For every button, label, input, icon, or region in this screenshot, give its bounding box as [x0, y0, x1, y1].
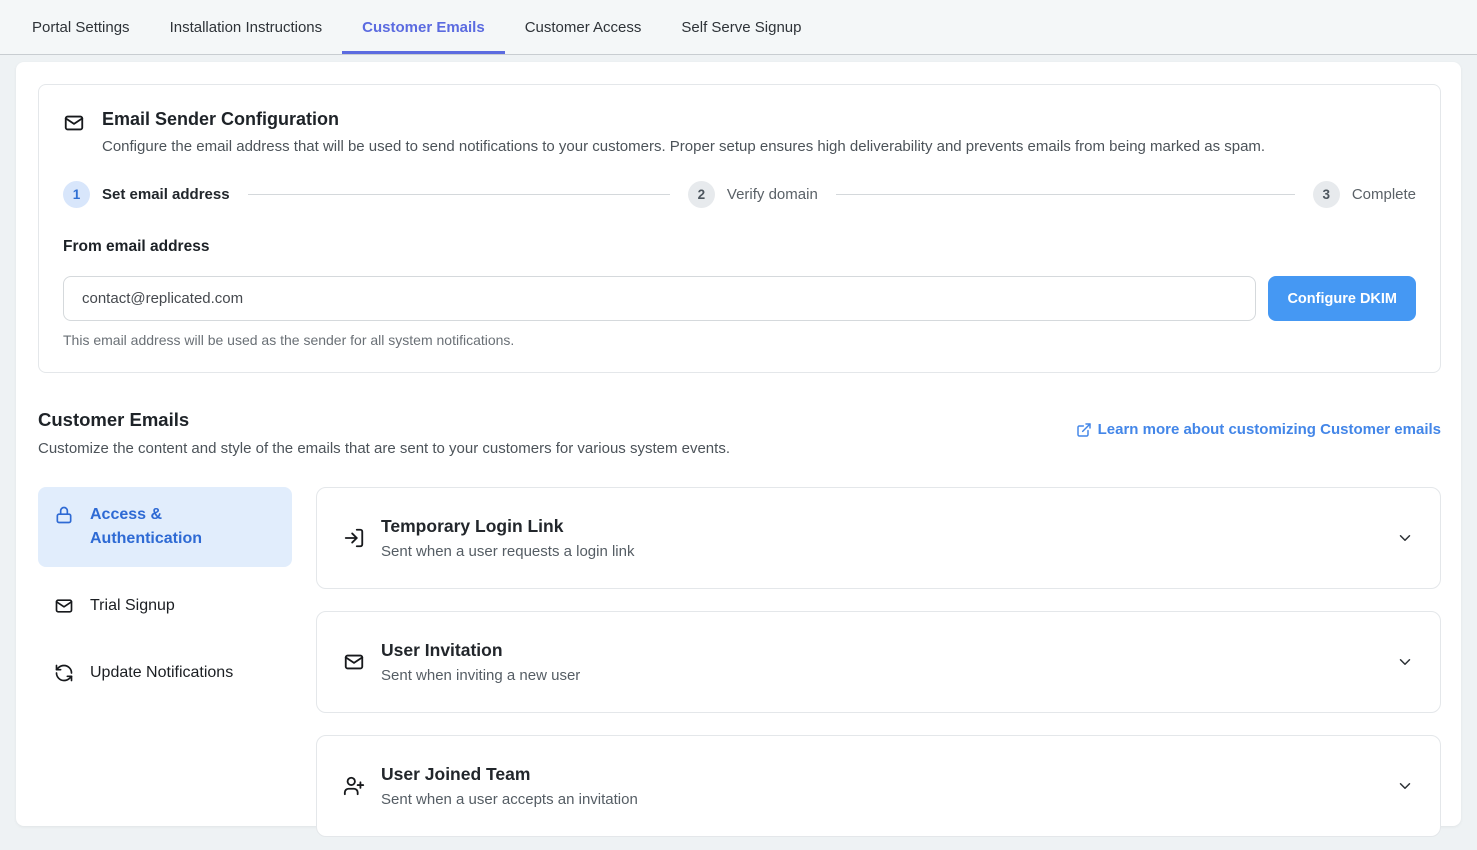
email-card-title: User Joined Team — [381, 764, 638, 785]
customer-emails-title: Customer Emails — [38, 409, 730, 431]
from-email-address-input[interactable] — [63, 276, 1256, 321]
email-card-user-joined-team[interactable]: User Joined Team Sent when a user accept… — [316, 735, 1441, 837]
sender-config-stepper: 1 Set email address 2 Verify domain 3 Co… — [63, 181, 1416, 208]
step-set-email-address: 1 Set email address — [63, 181, 688, 208]
customer-emails-panel: Email Sender Configuration Configure the… — [16, 62, 1461, 826]
chevron-down-icon[interactable] — [1396, 777, 1414, 795]
email-category-list: Access & Authentication Trial Signup Upd… — [38, 487, 292, 837]
email-card-subtitle: Sent when a user accepts an invitation — [381, 791, 638, 808]
email-card-title: User Invitation — [381, 640, 580, 661]
sender-config-title: Email Sender Configuration — [102, 109, 1265, 130]
step-label: Verify domain — [727, 186, 818, 203]
mail-icon — [54, 596, 74, 616]
configure-dkim-button[interactable]: Configure DKIM — [1268, 276, 1416, 321]
mail-icon — [343, 651, 365, 673]
step-label: Set email address — [102, 186, 230, 203]
chevron-down-icon[interactable] — [1396, 529, 1414, 547]
category-label: Access & Authentication — [90, 503, 276, 551]
email-card-subtitle: Sent when a user requests a login link — [381, 543, 634, 560]
refresh-icon — [54, 663, 74, 683]
step-connector-line — [836, 194, 1295, 195]
lock-icon — [54, 505, 74, 525]
from-email-address-label: From email address — [63, 238, 1416, 256]
settings-tab-bar: Portal Settings Installation Instruction… — [0, 0, 1477, 55]
learn-more-label: Learn more about customizing Customer em… — [1098, 421, 1441, 438]
tab-self-serve-signup[interactable]: Self Serve Signup — [661, 0, 821, 54]
learn-more-link[interactable]: Learn more about customizing Customer em… — [1076, 421, 1441, 438]
category-access-authentication[interactable]: Access & Authentication — [38, 487, 292, 567]
step-number: 1 — [63, 181, 90, 208]
step-complete: 3 Complete — [1313, 181, 1416, 208]
email-helper-text: This email address will be used as the s… — [63, 332, 1416, 348]
step-verify-domain: 2 Verify domain — [688, 181, 1313, 208]
email-card-user-invitation[interactable]: User Invitation Sent when inviting a new… — [316, 611, 1441, 713]
customer-emails-description: Customize the content and style of the e… — [38, 440, 730, 457]
email-card-temporary-login-link[interactable]: Temporary Login Link Sent when a user re… — [316, 487, 1441, 589]
step-number: 2 — [688, 181, 715, 208]
email-sender-configuration-card: Email Sender Configuration Configure the… — [38, 84, 1441, 373]
category-label: Update Notifications — [90, 661, 233, 685]
category-update-notifications[interactable]: Update Notifications — [38, 645, 292, 701]
step-number: 3 — [1313, 181, 1340, 208]
step-connector-line — [248, 194, 670, 195]
log-in-icon — [343, 527, 365, 549]
category-trial-signup[interactable]: Trial Signup — [38, 578, 292, 634]
email-card-title: Temporary Login Link — [381, 516, 634, 537]
chevron-down-icon[interactable] — [1396, 653, 1414, 671]
tab-customer-access[interactable]: Customer Access — [505, 0, 662, 54]
tab-installation-instructions[interactable]: Installation Instructions — [150, 0, 343, 54]
external-link-icon — [1076, 422, 1092, 438]
tab-customer-emails[interactable]: Customer Emails — [342, 0, 505, 54]
email-card-subtitle: Sent when inviting a new user — [381, 667, 580, 684]
category-label: Trial Signup — [90, 594, 175, 618]
tab-portal-settings[interactable]: Portal Settings — [12, 0, 150, 54]
step-label: Complete — [1352, 186, 1416, 203]
email-template-list: Temporary Login Link Sent when a user re… — [316, 487, 1441, 837]
sender-config-description: Configure the email address that will be… — [102, 138, 1265, 155]
user-plus-icon — [343, 775, 365, 797]
mail-icon — [63, 112, 85, 155]
